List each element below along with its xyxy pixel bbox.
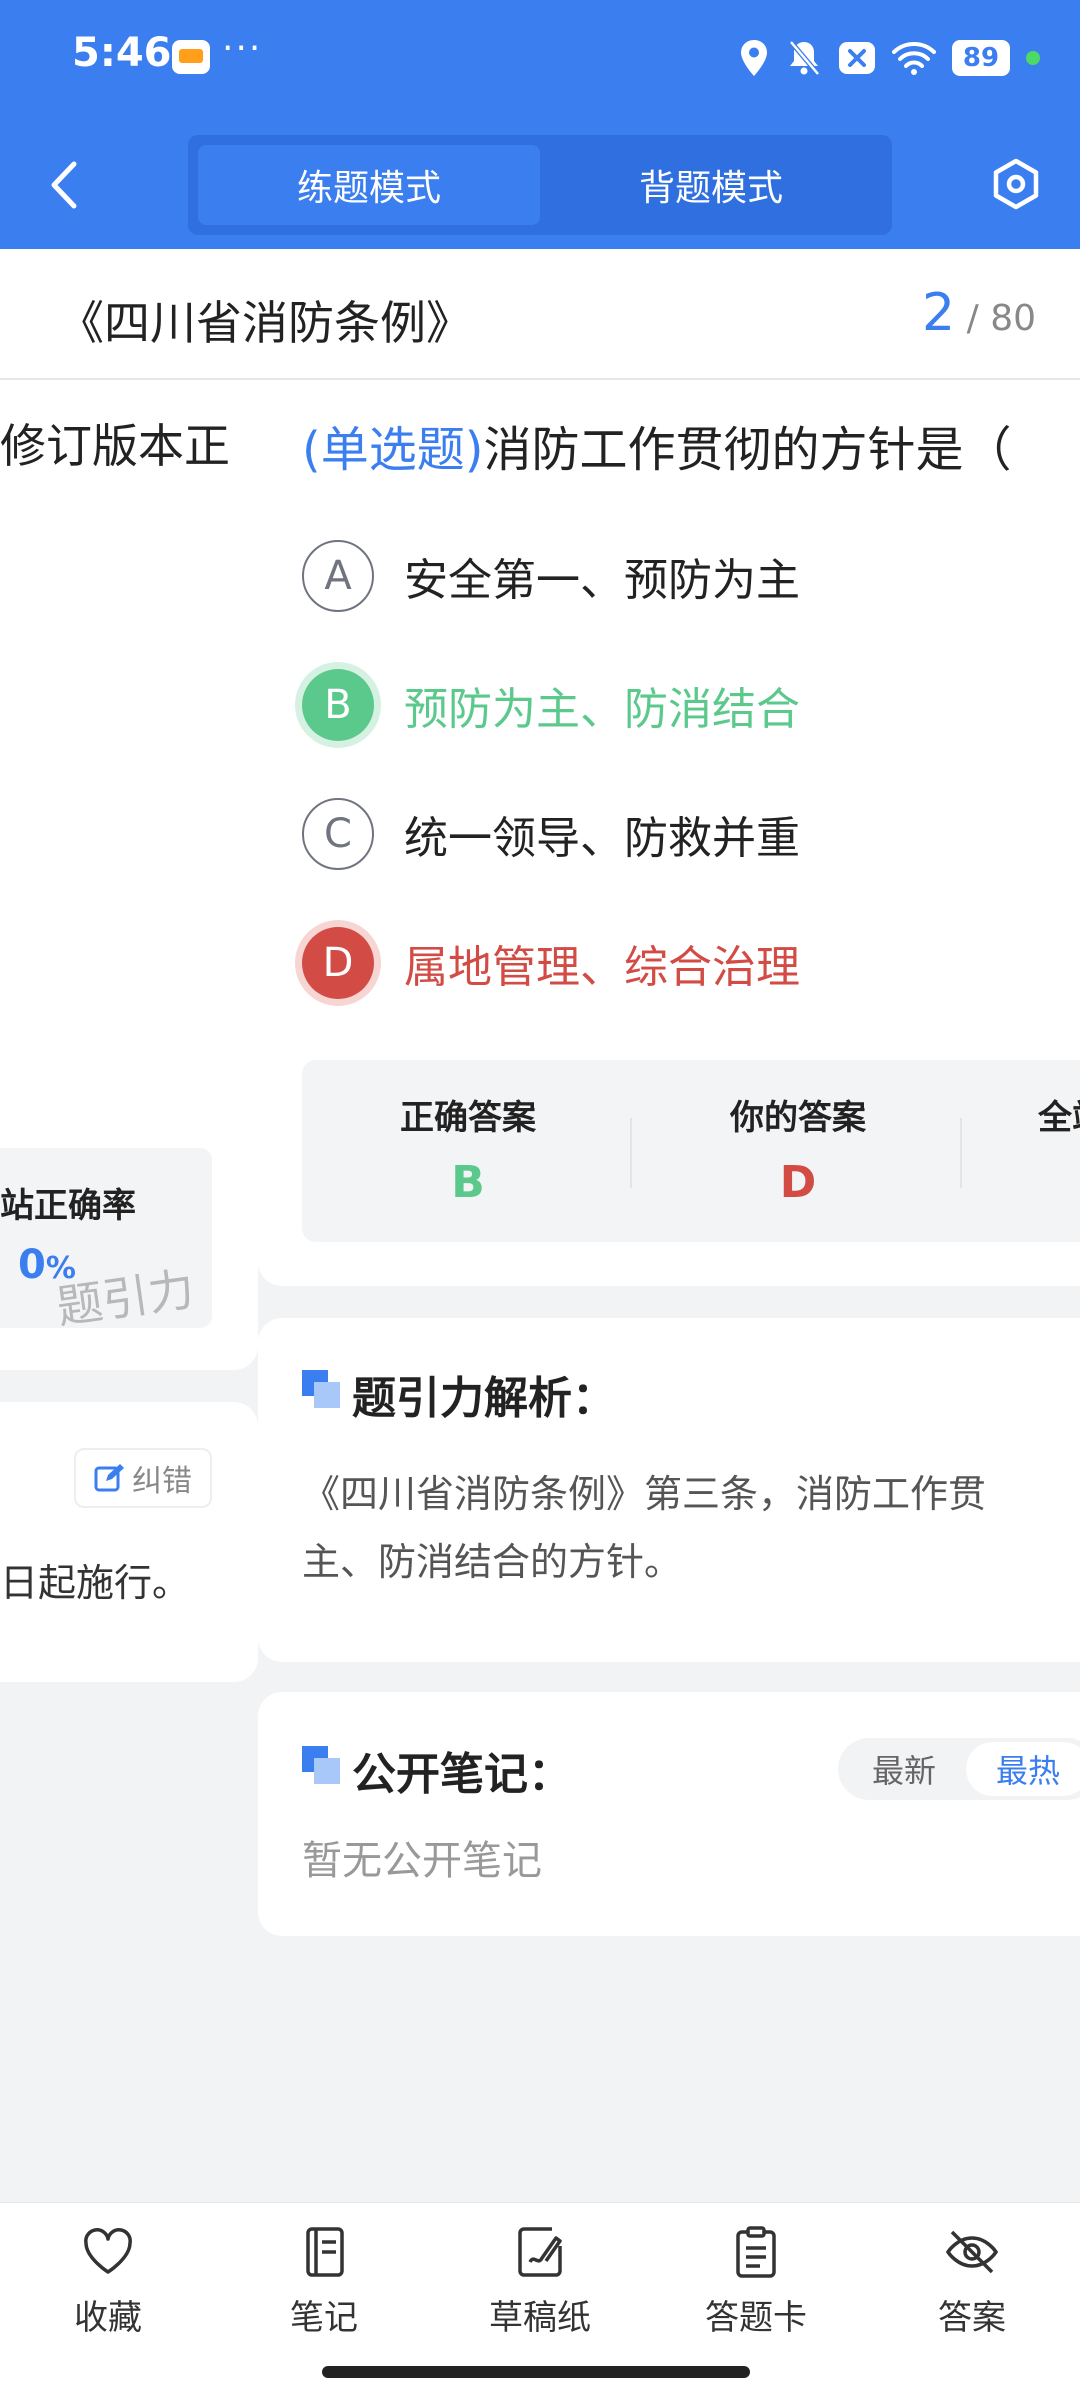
location-icon	[741, 40, 767, 76]
notes-empty-text: 暂无公开笔记	[302, 1838, 542, 1884]
answer-divider	[630, 1118, 632, 1188]
correct-answer-block: 正确答案 B	[318, 1090, 618, 1208]
prev-question-text: 修订版本正	[0, 419, 230, 473]
your-answer-value: D	[779, 1157, 817, 1208]
nav-label: 草稿纸	[489, 2298, 591, 2338]
nav-answer-card[interactable]: 答题卡	[666, 2224, 846, 2344]
eye-off-icon	[945, 2230, 999, 2274]
question-progress: 2 / 80	[922, 283, 1036, 343]
option-letter: C	[302, 798, 374, 870]
notes-card	[258, 1692, 1080, 1936]
correct-answer-label: 正确答案	[400, 1098, 536, 1138]
site-stat-label: 全站	[1038, 1098, 1080, 1138]
total-questions: 80	[990, 298, 1036, 339]
prev-analysis-card	[0, 1402, 258, 1682]
option-c[interactable]: C 统一领导、防救并重	[302, 796, 800, 872]
notes-sort-toggle: 最新 最热	[838, 1738, 1080, 1800]
nav-label: 答题卡	[705, 2298, 807, 2338]
tab-practice-mode[interactable]: 练题模式	[198, 145, 540, 225]
option-d[interactable]: D 属地管理、综合治理	[302, 925, 800, 1001]
answer-divider	[960, 1118, 962, 1188]
answer-card-icon	[736, 2226, 776, 2278]
option-letter: A	[302, 540, 374, 612]
option-letter: D	[302, 927, 374, 999]
top-header: 5:46 ··· 89 练题模式 背题模式	[0, 0, 1080, 249]
progress-separator: /	[966, 298, 979, 339]
title-bar: 《四川省消防条例》 2 / 80	[0, 249, 1080, 380]
status-time: 5:46	[72, 30, 172, 76]
notes-title: 公开笔记：	[352, 1749, 572, 1800]
status-more: ···	[222, 28, 263, 69]
option-text: 属地管理、综合治理	[404, 942, 800, 993]
report-error-button[interactable]: 纠错	[74, 1448, 212, 1508]
your-answer-block: 你的答案 D	[648, 1090, 948, 1208]
prev-stat-number: 0	[18, 1242, 46, 1288]
your-answer-label: 你的答案	[730, 1098, 866, 1138]
option-letter: B	[302, 669, 374, 741]
active-dot	[1026, 51, 1040, 65]
wifi-icon	[892, 42, 936, 75]
nav-label: 笔记	[290, 2298, 358, 2338]
section-icon	[302, 1370, 340, 1408]
option-b[interactable]: B 预防为主、防消结合	[302, 667, 800, 743]
wallet-app-icon	[172, 40, 210, 74]
tab-memorize-mode[interactable]: 背题模式	[540, 145, 882, 225]
heart-icon	[84, 2228, 132, 2274]
edit-icon	[94, 1464, 124, 1492]
nav-notes[interactable]: 笔记	[234, 2224, 414, 2344]
site-stat-block: 全站	[1038, 1090, 1080, 1139]
home-indicator[interactable]	[322, 2366, 750, 2378]
option-text: 安全第一、预防为主	[404, 555, 800, 606]
question-type-tag: (单选题)	[302, 422, 484, 478]
analysis-text: 《四川省消防条例》第三条，消防工作贯 主、防消结合的方针。	[302, 1472, 987, 1584]
draft-paper-icon	[518, 2227, 562, 2277]
prev-analysis-text: 日起施行。	[0, 1561, 191, 1605]
status-icons: 89	[738, 36, 1040, 80]
notebook-icon	[306, 2227, 344, 2277]
mute-bell-icon	[789, 40, 820, 76]
option-text: 预防为主、防消结合	[404, 684, 800, 735]
nav-draft-paper[interactable]: 草稿纸	[450, 2224, 630, 2344]
sort-hottest[interactable]: 最热	[966, 1742, 1080, 1796]
report-error-label: 纠错	[132, 1464, 192, 1499]
question-stem: 消防工作贯彻的方针是（	[483, 422, 1012, 478]
option-a[interactable]: A 安全第一、预防为主	[302, 538, 800, 614]
current-question-number: 2	[922, 283, 956, 343]
section-icon	[302, 1746, 340, 1784]
analysis-title: 题引力解析：	[352, 1373, 616, 1424]
mode-switch: 练题模式 背题模式	[188, 135, 892, 235]
question-text: (单选题)消防工作贯彻的方针是（	[302, 410, 1011, 480]
nav-show-answer[interactable]: 答案	[882, 2224, 1062, 2344]
correct-answer-value: B	[451, 1157, 485, 1208]
nav-favorite[interactable]: 收藏	[18, 2224, 198, 2344]
battery-indicator: 89	[952, 40, 1010, 76]
nav-label: 收藏	[74, 2298, 142, 2338]
sort-newest[interactable]: 最新	[842, 1742, 966, 1796]
settings-icon[interactable]	[990, 158, 1042, 210]
option-text: 统一领导、防救并重	[404, 813, 800, 864]
prev-stat-label: 站正确率	[0, 1186, 136, 1226]
close-box-icon	[839, 42, 875, 74]
nav-label: 答案	[938, 2298, 1006, 2338]
exam-title: 《四川省消防条例》	[58, 296, 472, 350]
back-icon[interactable]	[40, 158, 90, 212]
